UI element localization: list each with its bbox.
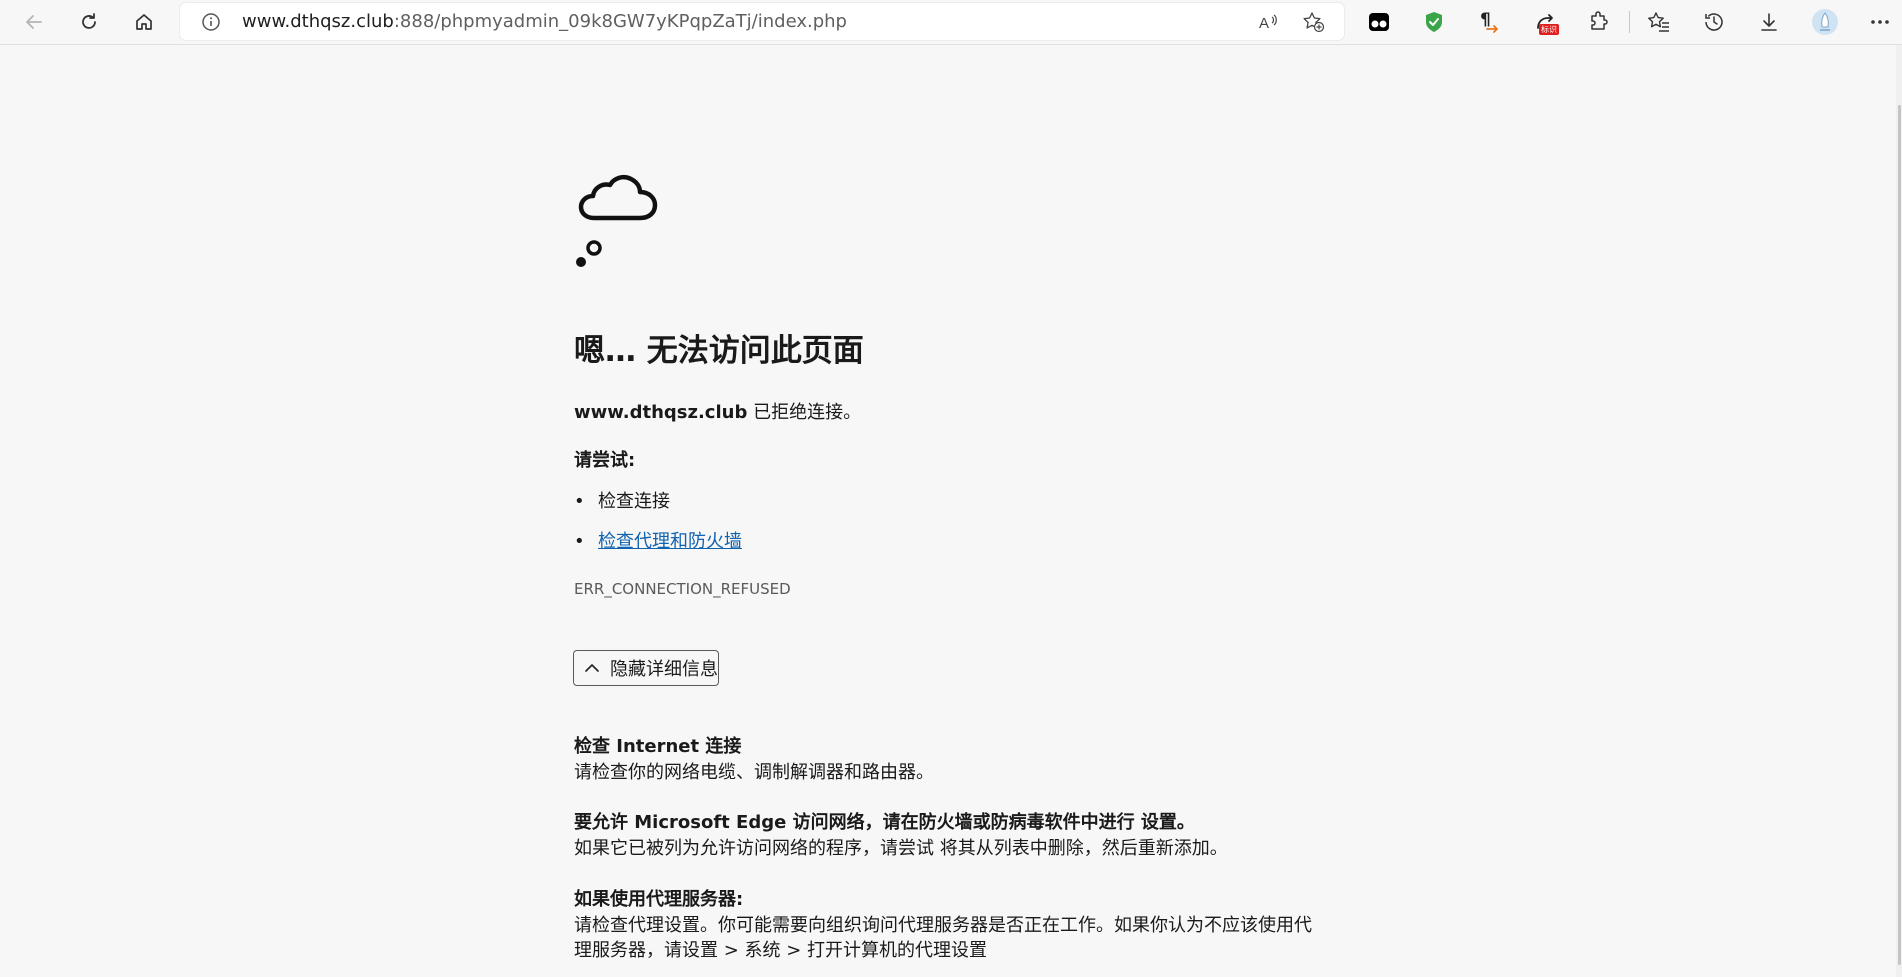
url-host: www.dthqsz.club [242,11,394,32]
downloads-button[interactable] [1754,7,1784,37]
page-title: 嗯… 无法访问此页面 [574,333,864,369]
info-icon[interactable] [201,12,221,32]
url-path: :888/phpmyadmin_09k8GW7yKPqpZaTj/index.p… [393,11,847,32]
details-title-internet: 检查 Internet 连接 [574,736,742,757]
scrollbar-thumb[interactable] [1898,105,1901,965]
extensions-button[interactable] [1584,7,1614,37]
try-label: 请尝试: [574,450,636,471]
hide-details-button[interactable]: 隐藏详细信息 [573,650,719,686]
home-icon [136,14,152,30]
suggestion-check-connection: 检查连接 [598,491,670,512]
bullet-dot: • [574,531,585,552]
read-aloud-button[interactable]: A [1258,11,1280,37]
error-host: www.dthqsz.club [574,402,748,423]
bullet-dot: • [574,491,585,512]
check-proxy-firewall-link[interactable]: 检查代理和防火墙 [598,531,742,552]
more-dots-icon [1871,20,1889,24]
home-button[interactable] [128,6,160,38]
download-icon [1761,13,1777,31]
extension-translate-button[interactable]: ¶ [1474,7,1504,37]
error-message: www.dthqsz.club 已拒绝连接。 [574,398,861,424]
suggestion-item: • 检查连接 [574,487,670,513]
back-arrow-icon [26,15,42,29]
page-scrollbar[interactable] [1896,45,1902,977]
favorites-list-icon [1648,12,1669,32]
svg-text:¶: ¶ [1480,10,1491,30]
paragraph-arrow-icon: ¶ [1480,10,1498,33]
star-add-icon [1303,12,1325,33]
error-code: ERR_CONNECTION_REFUSED [574,580,791,598]
extension-badge: 标识 [1539,24,1559,35]
chevron-up-icon [585,664,599,672]
details-body-firewall: 如果它已被列为允许访问网络的程序，请尝试 将其从列表中删除，然后重新添加。 [574,838,1228,859]
add-favorite-button[interactable] [1302,11,1326,37]
url-text[interactable]: www.dthqsz.club:888/phpmyadmin_09k8GW7yK… [242,11,847,32]
browser-toolbar: www.dthqsz.club:888/phpmyadmin_09k8GW7yK… [0,0,1902,45]
refresh-button[interactable] [73,6,105,38]
avatar [1812,9,1838,35]
puzzle-icon [1591,11,1608,30]
address-bar[interactable]: www.dthqsz.club:888/phpmyadmin_09k8GW7yK… [180,3,1344,40]
hide-details-label: 隐藏详细信息 [610,659,718,680]
history-clock-icon [1705,13,1723,31]
read-aloud-icon: A [1259,14,1277,32]
tampermonkey-icon [1369,13,1389,31]
details-title-proxy: 如果使用代理服务器: [574,889,744,910]
error-message-text: 已拒绝连接。 [747,402,862,423]
settings-more-button[interactable] [1865,7,1895,37]
back-button[interactable] [18,6,50,38]
favorites-button[interactable] [1644,7,1674,37]
toolbar-separator [1629,11,1630,33]
extension-shield-button[interactable] [1419,7,1449,37]
svg-text:A: A [1259,15,1269,32]
suggestion-item: • 检查代理和防火墙 [574,527,742,553]
details-body-internet: 请检查你的网络电缆、调制解调器和路由器。 [574,762,934,783]
extension-badge-button[interactable]: 标识 [1529,7,1563,37]
refresh-icon [82,13,96,29]
shield-check-icon [1426,12,1442,32]
thought-cloud-icon [576,175,658,267]
profile-button[interactable] [1810,7,1840,37]
extension-tampermonkey-button[interactable] [1364,7,1394,37]
history-button[interactable] [1699,7,1729,37]
details-title-firewall: 要允许 Microsoft Edge 访问网络，请在防火墙或防病毒软件中进行 设… [574,812,1195,833]
details-body-proxy: 请检查代理设置。你可能需要向组织询问代理服务器是否正在工作。如果你认为不应该使用… [574,915,1312,961]
